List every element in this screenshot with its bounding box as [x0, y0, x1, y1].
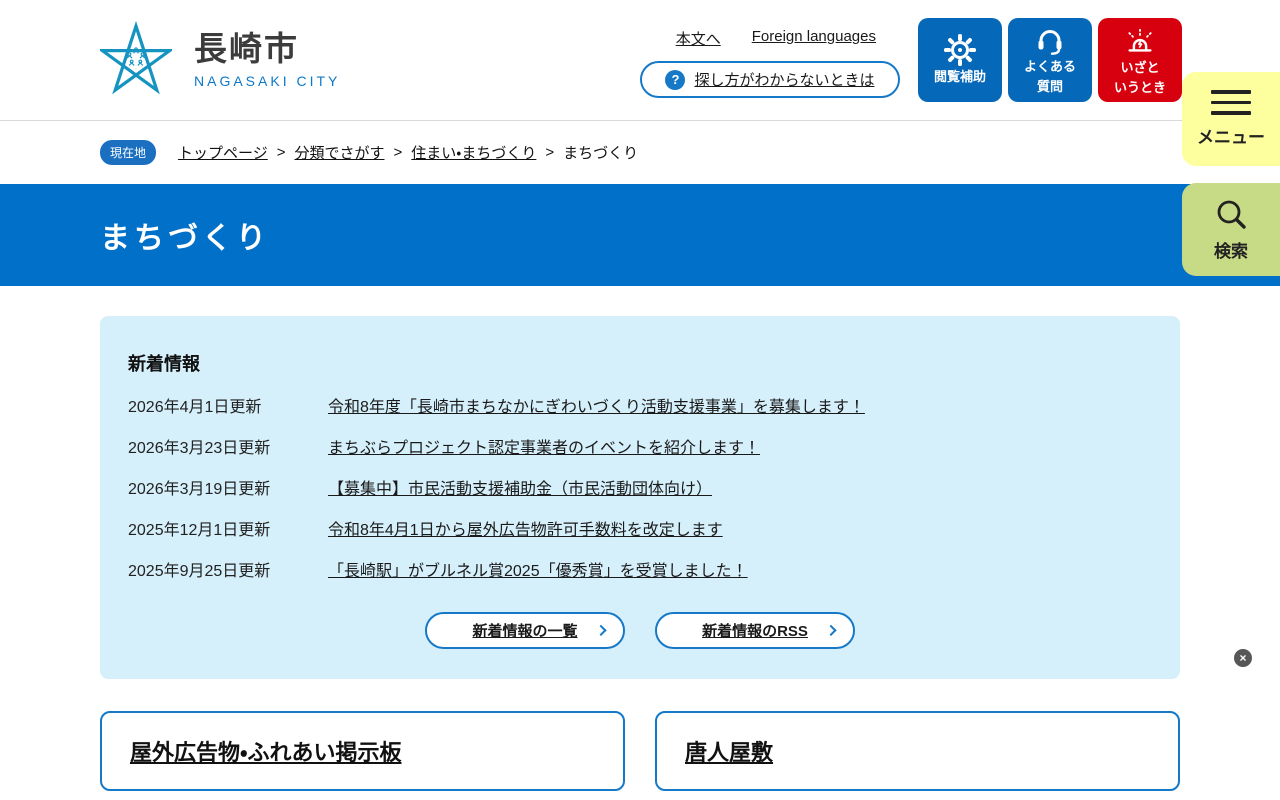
site-header: 長崎市 NAGASAKI CITY 本文へ Foreign languages … — [0, 0, 1280, 121]
search-button[interactable]: 検索 — [1182, 183, 1280, 276]
news-link[interactable]: まちぶらプロジェクト認定事業者のイベントを紹介します！ — [328, 434, 760, 458]
magnifier-icon — [1217, 200, 1246, 229]
faq-button[interactable]: よくある 質問 — [1008, 18, 1092, 102]
breadcrumb-item-category[interactable]: 分類でさがす — [294, 142, 384, 163]
emergency-label-line1: いざと — [1120, 60, 1160, 76]
topic-card-block: 唐人屋敷 2026年3月23日更新 — [655, 711, 1180, 800]
news-link[interactable]: 「長崎駅」がブルネル賞2025「優秀賞」を受賞しました！ — [328, 557, 748, 581]
logo-subtitle: NAGASAKI CITY — [194, 72, 341, 89]
faq-label-line1: よくある — [1023, 59, 1076, 75]
topic-card-block: 屋外広告物・ふれあい掲示板 2026年4月1日更新 — [100, 711, 625, 800]
topic-cards: 屋外広告物・ふれあい掲示板 2026年4月1日更新 唐人屋敷 2026年3月23… — [100, 711, 1180, 800]
card-tojin-yashiki[interactable]: 唐人屋敷 — [655, 711, 1180, 791]
breadcrumb-item-top[interactable]: トップページ — [178, 142, 268, 163]
emergency-label-line2: いうとき — [1113, 80, 1166, 95]
breadcrumb: 現在地 トップページ > 分類でさがす > 住まい・まちづくり > まちづくり — [0, 121, 1280, 184]
main-content: 新着情報 2026年4月1日更新 令和8年度「長崎市まちなかにぎわいづくり活動支… — [0, 316, 1280, 800]
question-icon: ? — [665, 69, 686, 90]
logo-title: 長崎市 — [194, 30, 299, 68]
gear-icon — [944, 33, 976, 66]
site-logo[interactable]: 長崎市 NAGASAKI CITY — [100, 16, 340, 104]
news-link[interactable]: 【募集中】市民活動支援補助金（市民活動団体向け） — [328, 475, 712, 499]
news-section: 新着情報 2026年4月1日更新 令和8年度「長崎市まちなかにぎわいづくり活動支… — [100, 316, 1180, 679]
breadcrumb-separator: > — [393, 144, 403, 161]
news-row: 2026年3月19日更新 【募集中】市民活動支援補助金（市民活動団体向け） — [128, 475, 1152, 499]
emergency-button[interactable]: いざと いうとき — [1098, 18, 1182, 102]
page-title: まちづくり — [100, 222, 270, 255]
breadcrumb-item-current: まちづくり — [563, 145, 639, 162]
news-row: 2025年9月25日更新 「長崎駅」がブルネル賞2025「優秀賞」を受賞しました… — [128, 557, 1152, 581]
skip-to-content-link[interactable]: 本文へ — [676, 28, 721, 49]
current-location-badge: 現在地 — [100, 140, 157, 165]
header-quick-buttons: 閲覧補助 よくある 質問 いざと いうとき — [918, 18, 1182, 102]
faq-label-line2: 質問 — [1036, 79, 1063, 94]
header-utility-links: 本文へ Foreign languages — [676, 28, 876, 49]
news-row: 2026年3月23日更新 まちぶらプロジェクト認定事業者のイベントを紹介します！ — [128, 434, 1152, 458]
news-row: 2026年4月1日更新 令和8年度「長崎市まちなかにぎわいづくり活動支援事業」を… — [128, 393, 1152, 417]
news-date: 2025年12月1日更新 — [128, 522, 271, 539]
card-outdoor-ads[interactable]: 屋外広告物・ふれあい掲示板 — [100, 711, 625, 791]
headset-icon — [1038, 30, 1062, 56]
search-label: 検索 — [1214, 242, 1248, 261]
search-help-label: 探し方がわからないときは — [694, 72, 875, 89]
chevron-right-icon — [825, 624, 837, 636]
page-title-banner: まちづくり — [0, 184, 1280, 286]
breadcrumb-separator: > — [545, 144, 555, 161]
nagasaki-star-icon — [100, 20, 172, 95]
news-date: 2025年9月25日更新 — [128, 563, 271, 580]
menu-button[interactable]: メニュー — [1182, 72, 1280, 166]
siren-icon — [1128, 28, 1152, 52]
foreign-languages-link[interactable]: Foreign languages — [752, 28, 876, 49]
search-help-button[interactable]: ? 探し方がわからないときは — [640, 61, 900, 98]
breadcrumb-separator: > — [276, 144, 286, 161]
news-link[interactable]: 令和8年4月1日から屋外広告物許可手数料を改定します — [328, 516, 723, 540]
news-title: 新着情報 — [128, 354, 200, 374]
accessibility-button[interactable]: 閲覧補助 — [918, 18, 1002, 102]
news-date: 2026年3月19日更新 — [128, 481, 271, 498]
news-rss-button[interactable]: 新着情報のRSS — [655, 612, 855, 649]
news-row: 2025年12月1日更新 令和8年4月1日から屋外広告物許可手数料を改定します — [128, 516, 1152, 540]
news-date: 2026年3月23日更新 — [128, 440, 271, 457]
news-actions: 新着情報の一覧 新着情報のRSS — [128, 612, 1152, 649]
news-date: 2026年4月1日更新 — [128, 399, 262, 416]
close-icon[interactable]: × — [1234, 649, 1252, 667]
news-link[interactable]: 令和8年度「長崎市まちなかにぎわいづくり活動支援事業」を募集します！ — [328, 393, 865, 417]
news-list-button[interactable]: 新着情報の一覧 — [425, 612, 625, 649]
chevron-right-icon — [595, 624, 607, 636]
menu-label: メニュー — [1197, 127, 1265, 147]
news-list: 2026年4月1日更新 令和8年度「長崎市まちなかにぎわいづくり活動支援事業」を… — [128, 393, 1152, 581]
page: 長崎市 NAGASAKI CITY 本文へ Foreign languages … — [0, 0, 1280, 800]
breadcrumb-item-housing[interactable]: 住まい・まちづくり — [411, 142, 536, 163]
accessibility-label-line1: 閲覧補助 — [933, 68, 986, 84]
hamburger-icon — [1211, 90, 1251, 115]
